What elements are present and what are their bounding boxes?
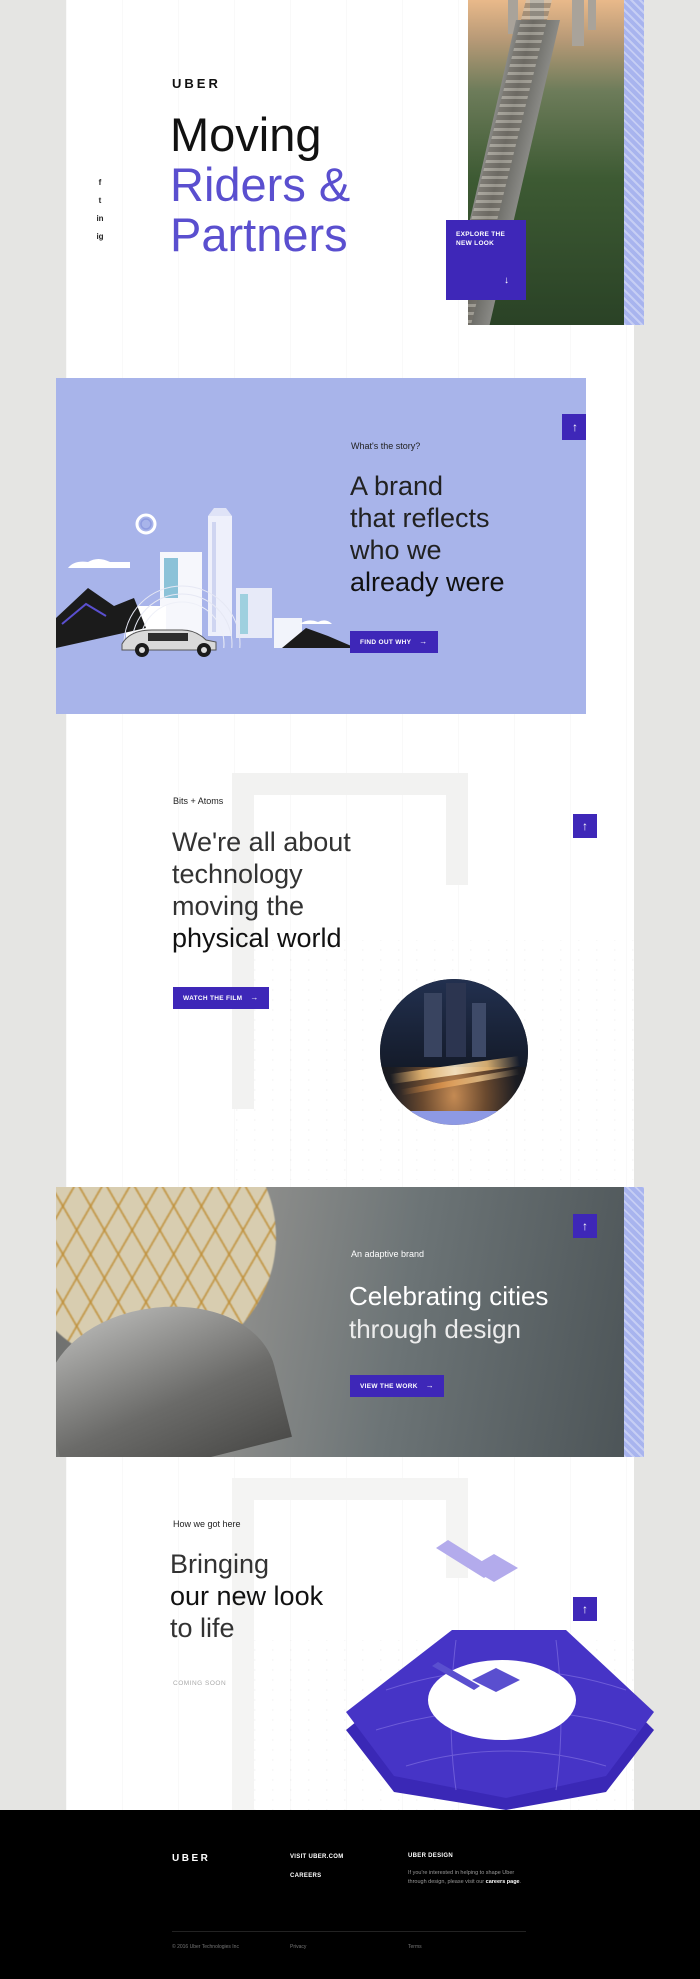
arrow-down-icon: ↓	[504, 275, 510, 286]
isometric-logo-illustration	[346, 1540, 654, 1810]
watch-the-film-label: WATCH THE FILM	[183, 995, 243, 1002]
hero-title-line2: Riders &	[170, 158, 351, 211]
story-eyebrow: What's the story?	[351, 441, 421, 451]
adaptive-eyebrow: An adaptive brand	[351, 1249, 425, 1259]
uber-design-title: UBER DESIGN	[408, 1853, 453, 1859]
footer-divider	[172, 1931, 526, 1932]
careers-page-link[interactable]: careers page	[486, 1879, 520, 1885]
tech-line1: We're all about	[172, 827, 351, 857]
arrow-right-icon: →	[419, 637, 428, 646]
arrow-up-icon: ↑	[582, 1219, 588, 1233]
careers-link[interactable]: CAREERS	[290, 1873, 321, 1879]
car-hub	[139, 647, 145, 653]
hero-title: Moving Riders & Partners	[170, 110, 350, 260]
history-line3: to life	[170, 1613, 235, 1643]
twitter-icon[interactable]: t	[95, 196, 105, 205]
terms-link[interactable]: Terms	[408, 1944, 422, 1950]
car-windows	[148, 633, 188, 641]
tech-eyebrow: Bits + Atoms	[173, 796, 224, 806]
story-section: What's the story? A brand that reflects …	[56, 378, 586, 714]
site-footer: UBER VISIT UBER.COM CAREERS UBER DESIGN …	[0, 1810, 700, 1979]
story-headline: A brand that reflects who we already wer…	[350, 470, 505, 598]
building	[446, 983, 466, 1057]
cloud	[300, 620, 332, 624]
tech-headline: We're all about technology moving the ph…	[172, 826, 351, 954]
facebook-icon[interactable]: f	[95, 178, 105, 187]
linkedin-icon[interactable]: in	[95, 214, 105, 223]
scroll-up-button[interactable]: ↑	[573, 814, 597, 838]
arrow-up-icon: ↑	[582, 819, 588, 833]
building	[424, 993, 442, 1057]
watch-the-film-button[interactable]: WATCH THE FILM →	[173, 987, 269, 1009]
story-line2: that reflects	[350, 503, 490, 533]
history-line1: Bringing	[170, 1549, 270, 1579]
building	[472, 1003, 486, 1057]
story-line4: already were	[350, 567, 505, 597]
building-glass	[240, 594, 248, 634]
find-out-why-button[interactable]: FIND OUT WHY →	[350, 631, 438, 653]
instagram-icon[interactable]: ig	[95, 232, 105, 241]
arrow-right-icon: →	[425, 1381, 435, 1390]
coming-soon-label: COMING SOON	[173, 1680, 227, 1687]
scroll-up-button[interactable]: ↑	[562, 414, 586, 440]
view-the-work-label: VIEW THE WORK	[360, 1383, 418, 1390]
adaptive-accent-stripe	[624, 1187, 644, 1457]
design-text-suffix: .	[519, 1879, 522, 1885]
view-the-work-button[interactable]: VIEW THE WORK →	[350, 1375, 445, 1397]
story-line3: who we	[350, 535, 442, 565]
sun-inner	[140, 518, 152, 530]
footer-uber-logo[interactable]: UBER	[172, 1853, 210, 1864]
skyline-building	[588, 0, 596, 30]
arrow-up-icon: ↑	[572, 420, 578, 434]
privacy-link[interactable]: Privacy	[290, 1944, 306, 1950]
hero-accent-stripe	[624, 0, 644, 325]
skyline-building	[572, 0, 584, 46]
city-illustration	[56, 508, 356, 714]
uber-design-text: If you're interested in helping to shape…	[408, 1869, 528, 1887]
sun-ring	[135, 513, 157, 535]
history-line2: our new look	[170, 1581, 324, 1611]
ground-fill	[56, 648, 356, 714]
visit-uber-link[interactable]: VISIT UBER.COM	[290, 1854, 344, 1860]
adaptive-line2: through design	[349, 1314, 522, 1344]
city-night-photo	[380, 979, 528, 1125]
copyright-text: © 2016 Uber Technologies Inc	[172, 1944, 239, 1950]
cloud	[68, 559, 130, 568]
scroll-up-button[interactable]: ↑	[573, 1214, 597, 1238]
tech-line4: physical world	[172, 923, 342, 953]
adaptive-brand-section: An adaptive brand Celebrating cities thr…	[56, 1187, 624, 1457]
building-glass	[164, 558, 178, 598]
background-letter-shape	[446, 773, 468, 885]
hero-title-line3: Partners	[170, 208, 348, 261]
story-line1: A brand	[350, 471, 444, 501]
explore-new-look-card[interactable]: EXPLORE THE NEW LOOK ↓	[446, 220, 526, 300]
arrow-right-icon: →	[250, 993, 259, 1002]
explore-label: EXPLORE THE NEW LOOK	[456, 231, 506, 247]
find-out-why-label: FIND OUT WHY	[360, 639, 412, 646]
tech-line2: technology	[172, 859, 303, 889]
hero-title-line1: Moving	[170, 108, 322, 161]
photo-accent-base	[380, 1111, 528, 1125]
car-hub	[201, 647, 207, 653]
social-links: f t in ig	[95, 178, 105, 250]
skyscraper	[208, 516, 232, 636]
tech-line3: moving the	[172, 891, 305, 921]
uber-logo[interactable]: UBER	[172, 76, 221, 91]
adaptive-headline: Celebrating cities through design	[349, 1280, 548, 1346]
adaptive-line1: Celebrating cities	[349, 1281, 549, 1311]
floating-square	[470, 1554, 518, 1582]
skyscraper-top	[208, 508, 232, 516]
history-eyebrow: How we got here	[173, 1519, 241, 1529]
history-headline: Bringing our new look to life	[170, 1548, 323, 1644]
